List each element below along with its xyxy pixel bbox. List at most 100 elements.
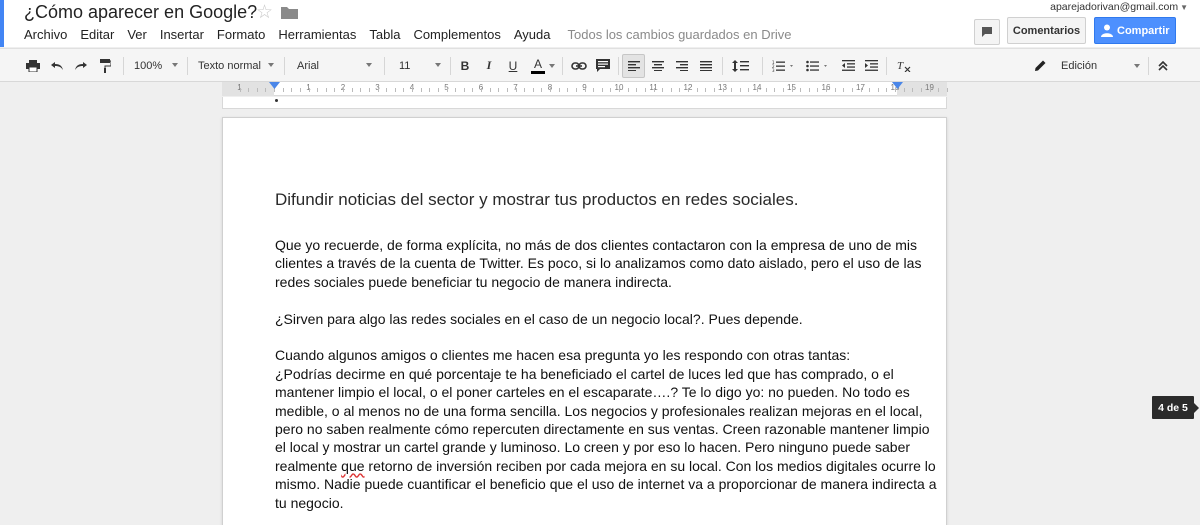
redo-button[interactable] — [70, 49, 92, 82]
text-color-dropdown[interactable] — [548, 49, 556, 82]
ruler-tick — [774, 88, 776, 92]
paint-roller-icon — [100, 58, 111, 73]
ruler-tick — [938, 88, 940, 92]
ruler-tick — [800, 88, 802, 92]
ruler-tick — [713, 88, 715, 92]
menu-formato[interactable]: Formato — [217, 27, 265, 43]
document-body[interactable]: Que yo recuerde, de forma explícita, no … — [275, 236, 937, 525]
italic-button[interactable]: I — [479, 49, 499, 82]
text-span: retorno de inversión reciben por cada me… — [364, 457, 936, 474]
folder-icon[interactable] — [281, 6, 298, 19]
collapse-header-button[interactable] — [1152, 49, 1174, 82]
undo-button[interactable] — [46, 49, 68, 82]
ruler-tick — [506, 88, 508, 92]
ruler-tick — [455, 88, 457, 92]
underline-label: U — [508, 58, 518, 73]
person-icon — [1101, 24, 1113, 37]
align-justify-icon — [700, 60, 712, 71]
ruler-tick — [343, 88, 344, 92]
increase-indent-button[interactable] — [860, 49, 882, 82]
document-page[interactable]: Difundir noticias del sector y mostrar t… — [222, 117, 947, 525]
bold-button[interactable]: B — [455, 49, 475, 82]
chat-button[interactable] — [974, 19, 1000, 45]
decrease-indent-button[interactable] — [837, 49, 859, 82]
menu-archivo[interactable]: Archivo — [24, 27, 67, 43]
misspelled-word[interactable]: que — [341, 458, 364, 474]
text-color-button[interactable]: A — [527, 49, 549, 82]
ruler-tick — [696, 88, 698, 92]
comment-icon — [596, 59, 610, 72]
share-button[interactable]: Compartir — [1094, 17, 1176, 44]
ruler-tick — [705, 88, 707, 92]
section-heading[interactable]: Difundir noticias del sector y mostrar t… — [275, 190, 798, 210]
zoom-select[interactable]: 100% — [134, 55, 178, 76]
star-icon[interactable]: ☆ — [256, 1, 273, 24]
ruler-tick — [420, 88, 422, 92]
text-span: realmente — [275, 457, 342, 474]
right-indent-marker[interactable] — [892, 82, 903, 90]
ruler-strip: 112345678910111213141516171819 — [222, 82, 948, 96]
ruler-tick — [851, 88, 853, 92]
caret-down-icon — [1134, 64, 1140, 68]
left-indent-marker[interactable] — [269, 82, 280, 90]
paragraph-style-select[interactable]: Texto normal — [198, 55, 274, 76]
ruler-tick — [722, 88, 724, 92]
insert-comment-button[interactable] — [592, 49, 614, 82]
font-size-value: 11 — [399, 59, 411, 72]
double-chevron-up-icon — [1158, 60, 1168, 71]
text-line: redes sociales puede beneficiar tu negoc… — [275, 273, 672, 290]
ruler-tick — [584, 88, 586, 92]
underline-button[interactable]: U — [503, 49, 523, 82]
ruler-tick — [532, 88, 534, 92]
ruler: 112345678910111213141516171819 — [0, 82, 1200, 96]
menu-herramientas[interactable]: Herramientas — [278, 27, 356, 43]
ruler-tick — [498, 88, 500, 92]
ruler-tick — [377, 88, 379, 92]
align-left-button[interactable] — [622, 54, 645, 78]
ruler-tick — [515, 88, 517, 92]
ruler-tick — [550, 88, 551, 92]
insert-link-button[interactable] — [568, 49, 590, 82]
toolbar-separator — [384, 57, 385, 75]
toolbar-separator — [284, 57, 285, 75]
line-spacing-button[interactable] — [727, 49, 757, 82]
bulleted-list-button[interactable] — [802, 49, 834, 82]
clear-formatting-button[interactable]: T — [892, 49, 916, 82]
ruler-tick — [524, 88, 526, 92]
comments-button[interactable]: Comentarios — [1007, 17, 1086, 44]
ruler-tick — [662, 88, 664, 92]
ruler-tick — [739, 88, 741, 92]
font-size-select[interactable]: 11 — [399, 55, 441, 76]
ruler-tick — [351, 88, 353, 92]
ruler-tick — [636, 88, 638, 92]
paragraph-style-value: Texto normal — [198, 59, 261, 72]
toolbar-separator — [618, 57, 619, 75]
ruler-tick — [903, 88, 905, 92]
print-button[interactable] — [22, 49, 44, 82]
ruler-tick — [912, 88, 914, 92]
paint-format-button[interactable] — [94, 49, 116, 82]
menu-insertar[interactable]: Insertar — [160, 27, 204, 43]
caret-down-icon — [172, 63, 178, 67]
bulleted-list-icon — [806, 60, 827, 71]
align-center-button[interactable] — [647, 49, 669, 82]
menu-tabla[interactable]: Tabla — [369, 27, 400, 43]
line-spacing-icon — [732, 59, 749, 72]
editing-mode-select[interactable]: Edición — [1030, 49, 1142, 82]
align-justify-button[interactable] — [695, 49, 717, 82]
ruler-tick — [567, 88, 569, 92]
caret-down-icon — [366, 63, 372, 67]
menu-editar[interactable]: Editar — [80, 27, 114, 43]
caret-down-icon — [268, 63, 274, 67]
text-fragment — [275, 99, 278, 102]
account-menu[interactable]: aparejadorivan@gmail.com ▼ — [1050, 1, 1188, 13]
align-right-button[interactable] — [671, 49, 693, 82]
numbered-list-button[interactable]: 123 — [768, 49, 800, 82]
save-status[interactable]: Todos los cambios guardados en Drive — [568, 27, 792, 43]
menu-ayuda[interactable]: Ayuda — [514, 27, 551, 43]
document-title[interactable]: ¿Cómo aparecer en Google? — [24, 2, 257, 23]
text-color-label: A — [533, 56, 542, 71]
menu-complementos[interactable]: Complementos — [413, 27, 500, 43]
menu-ver[interactable]: Ver — [127, 27, 147, 43]
font-family-select[interactable]: Arial — [297, 55, 372, 76]
